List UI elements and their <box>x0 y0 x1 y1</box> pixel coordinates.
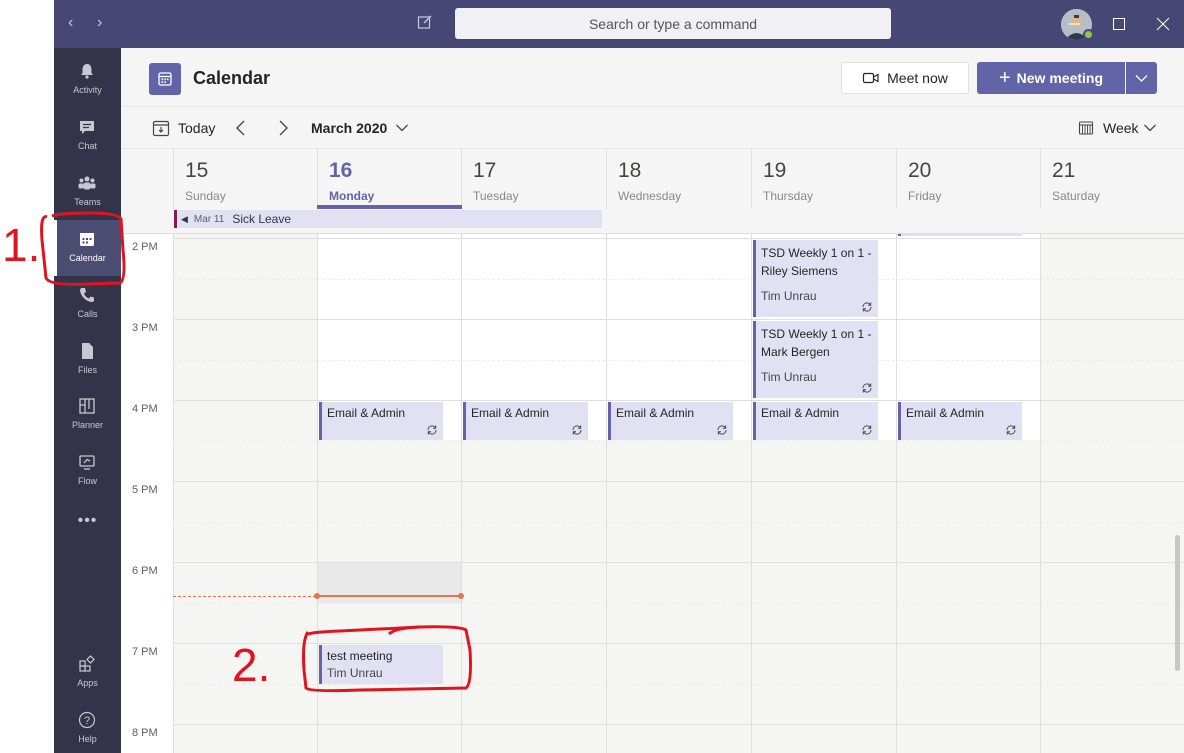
annotation-number-one: 1. <box>2 219 41 271</box>
annotation-number-two: 2. <box>232 639 271 691</box>
teams-window: ‹ › Search or type a command Activity Ch… <box>0 0 1184 753</box>
red-highlight-box-test-meeting <box>302 625 472 693</box>
red-annotation-layer <box>40 211 472 693</box>
red-highlight-box-calendar <box>40 211 126 286</box>
